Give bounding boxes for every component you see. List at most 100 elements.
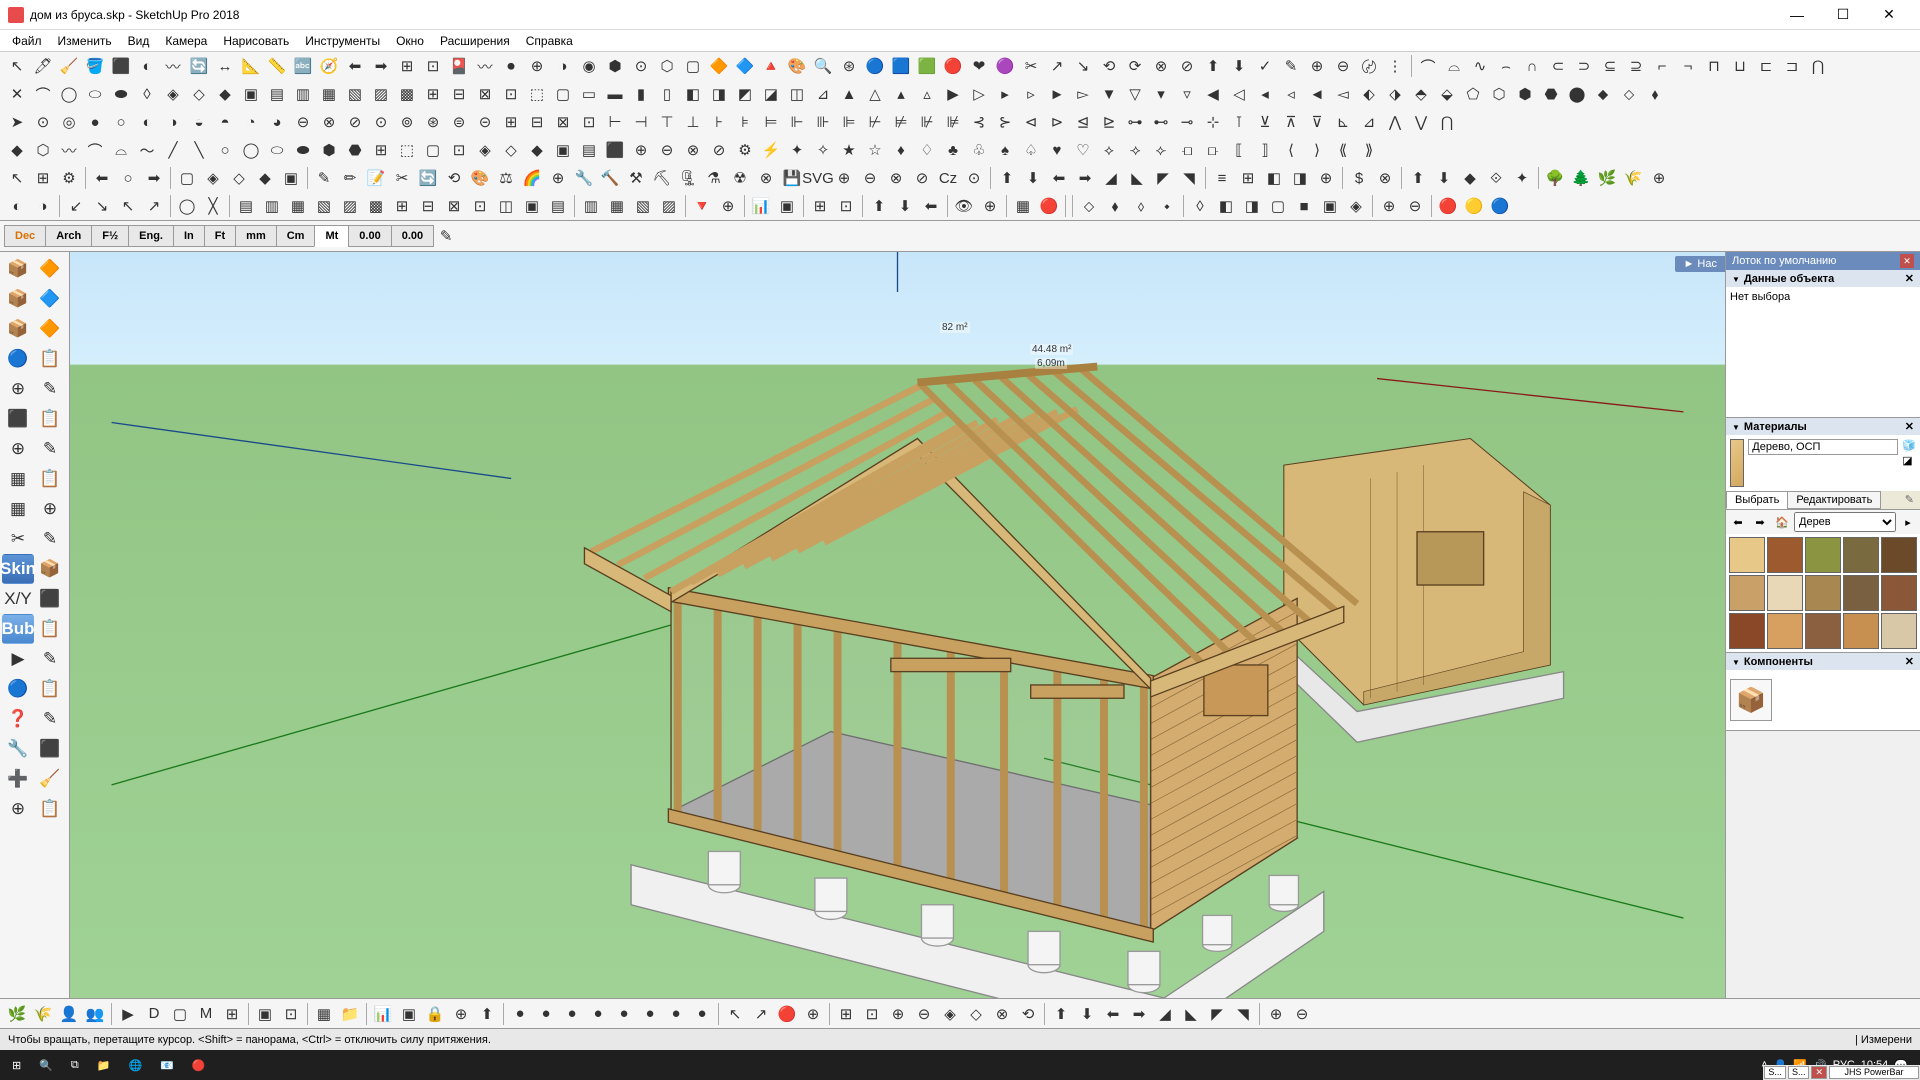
unit-tab-mt[interactable]: Mt xyxy=(314,225,349,247)
tool-button[interactable]: ⟐ xyxy=(1483,165,1509,191)
bottom-tool-button[interactable]: ● xyxy=(559,1001,585,1027)
tool-button[interactable]: 🖊 xyxy=(30,53,56,79)
tool-button[interactable]: ✓ xyxy=(1252,53,1278,79)
unit-tab-ft[interactable]: Ft xyxy=(204,225,236,247)
tool-button[interactable]: ⬩ xyxy=(1154,193,1180,219)
tool-button[interactable]: ◂ xyxy=(1252,81,1278,107)
left-tool-button[interactable]: 📋 xyxy=(34,614,66,644)
tool-button[interactable]: ⊖ xyxy=(1330,53,1356,79)
tool-button[interactable]: ○ xyxy=(212,137,238,163)
tool-button[interactable]: ▮ xyxy=(628,81,654,107)
tool-button[interactable]: ▦ xyxy=(285,193,311,219)
left-tool-button[interactable]: ⬛ xyxy=(34,734,66,764)
materials-close[interactable]: ✕ xyxy=(1905,420,1914,433)
tool-button[interactable]: ⟣ xyxy=(1148,137,1174,163)
bottom-tool-button[interactable]: ◥ xyxy=(1230,1001,1256,1027)
tool-button[interactable]: 🔷 xyxy=(732,53,758,79)
tool-button[interactable]: ✦ xyxy=(784,137,810,163)
tool-button[interactable]: ▦ xyxy=(316,81,342,107)
tool-button[interactable]: ↙ xyxy=(63,193,89,219)
tool-button[interactable]: 🌈 xyxy=(519,165,545,191)
tool-button[interactable]: 🔴 xyxy=(940,53,966,79)
bottom-tool-button[interactable]: ➡ xyxy=(1126,1001,1152,1027)
bottom-tool-button[interactable]: 📁 xyxy=(337,1001,363,1027)
taskbar-app-3[interactable]: 📧 xyxy=(152,1051,182,1079)
tool-button[interactable]: ⊚ xyxy=(394,109,420,135)
tool-button[interactable]: ⬢ xyxy=(1512,81,1538,107)
bottom-tool-button[interactable]: ⟲ xyxy=(1015,1001,1041,1027)
tool-button[interactable]: 〰 xyxy=(160,53,186,79)
tool-button[interactable]: 🎨 xyxy=(784,53,810,79)
tool-button[interactable]: ⊗ xyxy=(680,137,706,163)
bottom-tool-button[interactable]: ● xyxy=(611,1001,637,1027)
tool-button[interactable]: ⊞ xyxy=(420,81,446,107)
tool-button[interactable]: ⬧ xyxy=(1102,193,1128,219)
tool-button[interactable]: ◓ xyxy=(212,109,238,135)
tool-button[interactable]: ⊇ xyxy=(1623,53,1649,79)
tool-button[interactable]: ⬆ xyxy=(1405,165,1431,191)
tool-button[interactable]: 🟣 xyxy=(992,53,1018,79)
tool-button[interactable]: ⬅ xyxy=(342,53,368,79)
left-tool-button[interactable]: Skin xyxy=(2,554,34,584)
tool-button[interactable]: ⊫ xyxy=(836,109,862,135)
tool-button[interactable]: ⊤ xyxy=(654,109,680,135)
tool-button[interactable]: ⋮ xyxy=(1382,53,1408,79)
bottom-tool-button[interactable]: ⊖ xyxy=(1289,1001,1315,1027)
unit-tab-arch[interactable]: Arch xyxy=(45,225,92,247)
tool-button[interactable]: ⟲ xyxy=(1096,53,1122,79)
tool-button[interactable]: ◈ xyxy=(1343,193,1369,219)
bottom-tool-button[interactable]: ◇ xyxy=(963,1001,989,1027)
left-tool-button[interactable]: ⊕ xyxy=(2,434,34,464)
left-tool-button[interactable]: 📋 xyxy=(34,674,66,704)
tool-button[interactable]: ⊪ xyxy=(810,109,836,135)
bottom-tool-button[interactable]: ⊡ xyxy=(859,1001,885,1027)
tool-button[interactable]: 🔨 xyxy=(597,165,623,191)
tool-button[interactable]: ⟢ xyxy=(1122,137,1148,163)
tool-button[interactable]: ⬆ xyxy=(1200,53,1226,79)
tool-button[interactable]: ≡ xyxy=(1209,165,1235,191)
bottom-tool-button[interactable]: ⊕ xyxy=(800,1001,826,1027)
tool-button[interactable]: ⟳ xyxy=(1122,53,1148,79)
tool-button[interactable]: ▤ xyxy=(545,193,571,219)
unit-tab-0.00[interactable]: 0.00 xyxy=(348,225,391,247)
tool-button[interactable]: ⊸ xyxy=(1174,109,1200,135)
tool-button[interactable]: 🎴 xyxy=(446,53,472,79)
tool-button[interactable]: 🟡 xyxy=(1461,193,1487,219)
tool-button[interactable]: ⊞ xyxy=(1235,165,1261,191)
tool-button[interactable]: ⊢ xyxy=(602,109,628,135)
tool-button[interactable]: ⊞ xyxy=(394,53,420,79)
left-tool-button[interactable]: ✎ xyxy=(34,374,66,404)
tool-button[interactable]: ▤ xyxy=(264,81,290,107)
material-swatch[interactable] xyxy=(1843,575,1879,611)
tool-button[interactable]: ╲ xyxy=(186,137,212,163)
tool-button[interactable]: ▬ xyxy=(602,81,628,107)
bottom-tool-button[interactable]: ↗ xyxy=(748,1001,774,1027)
tool-button[interactable]: ⬧ xyxy=(1642,81,1668,107)
tool-button[interactable]: ⊙ xyxy=(368,109,394,135)
material-create-icon[interactable]: 🧊 xyxy=(1902,439,1916,452)
tool-button[interactable]: ⬬ xyxy=(108,81,134,107)
left-tool-button[interactable]: ⊕ xyxy=(2,794,34,824)
tool-button[interactable]: ♠ xyxy=(992,137,1018,163)
tool-button[interactable]: ╳ xyxy=(200,193,226,219)
tool-button[interactable]: ▣ xyxy=(519,193,545,219)
tool-button[interactable]: ⊨ xyxy=(758,109,784,135)
tool-button[interactable]: ⋂ xyxy=(1805,53,1831,79)
tool-button[interactable]: ◇ xyxy=(226,165,252,191)
material-swatch[interactable] xyxy=(1767,537,1803,573)
tool-button[interactable]: ♤ xyxy=(1018,137,1044,163)
tool-button[interactable]: ⊞ xyxy=(368,137,394,163)
tool-button[interactable]: ⊧ xyxy=(732,109,758,135)
tool-button[interactable]: ▢ xyxy=(1265,193,1291,219)
tool-button[interactable]: ⊖ xyxy=(1402,193,1428,219)
tool-button[interactable]: ⊦ xyxy=(706,109,732,135)
tool-button[interactable]: ⊗ xyxy=(1372,165,1398,191)
tool-button[interactable]: ➡ xyxy=(141,165,167,191)
tool-button[interactable]: 🧹 xyxy=(56,53,82,79)
tool-button[interactable]: ◉ xyxy=(576,53,602,79)
bottom-tool-button[interactable]: ◣ xyxy=(1178,1001,1204,1027)
tool-button[interactable]: ⊙ xyxy=(961,165,987,191)
tool-button[interactable]: ⊡ xyxy=(576,109,602,135)
tool-button[interactable]: ╱ xyxy=(160,137,186,163)
bottom-tool-button[interactable]: ▢ xyxy=(167,1001,193,1027)
